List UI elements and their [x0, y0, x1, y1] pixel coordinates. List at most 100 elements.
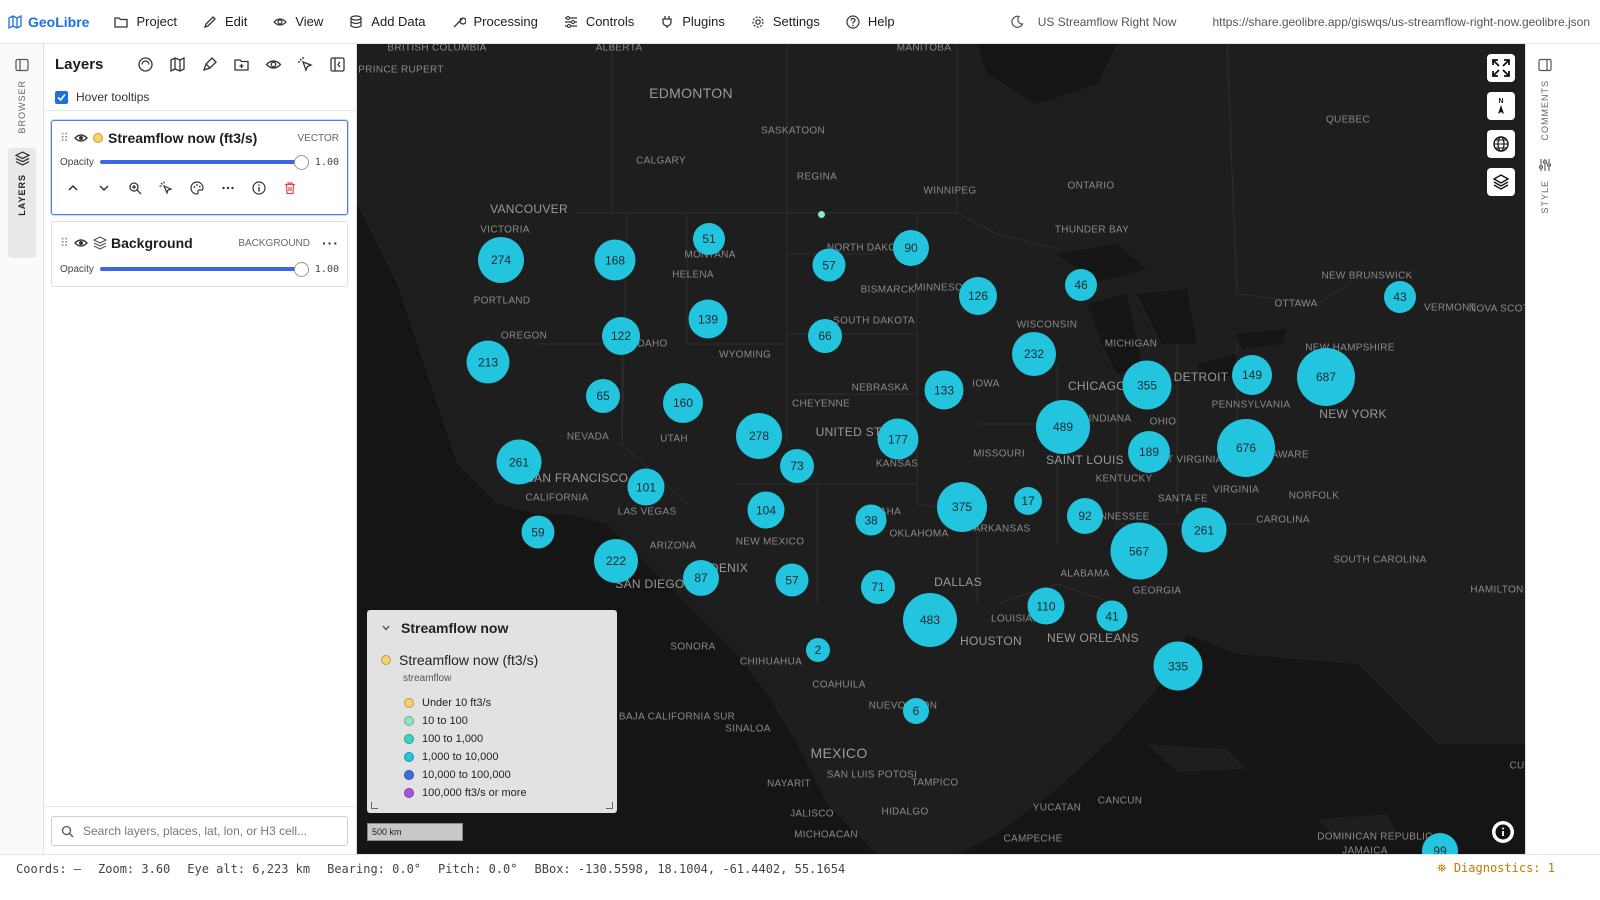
opacity-slider[interactable]	[99, 155, 309, 170]
cluster-marker[interactable]: 38	[855, 504, 887, 536]
drag-handle-icon[interactable]: ⠿	[60, 131, 74, 145]
cluster-marker[interactable]: 126	[959, 277, 997, 315]
chevron-down-icon[interactable]	[97, 181, 111, 195]
menu-controls[interactable]: Controls	[551, 0, 647, 44]
cluster-marker[interactable]: 489	[1036, 400, 1090, 454]
cluster-marker[interactable]: 43	[1384, 281, 1416, 313]
cluster-marker[interactable]: 41	[1096, 600, 1128, 632]
toggle-visibility-button[interactable]	[265, 56, 282, 73]
resize-corner-icon[interactable]	[371, 802, 378, 809]
rail-layers[interactable]: LAYERS	[10, 151, 34, 216]
compass-button[interactable]: N	[1487, 92, 1515, 120]
rail-style[interactable]: STYLE	[1538, 158, 1552, 214]
hover-tooltips-row[interactable]: Hover tooltips	[44, 84, 356, 110]
layer-name[interactable]: Background	[111, 235, 238, 251]
trash-icon[interactable]	[283, 181, 297, 195]
cluster-marker[interactable]: 168	[594, 239, 636, 281]
cluster-marker[interactable]: 73	[780, 449, 814, 483]
rail-comments[interactable]: COMMENTS	[1538, 58, 1552, 141]
cluster-marker[interactable]: 687	[1297, 348, 1355, 406]
cluster-marker[interactable]: 676	[1217, 419, 1275, 477]
menu-plugins[interactable]: Plugins	[647, 0, 738, 44]
palette-icon[interactable]	[190, 181, 204, 195]
layer-name[interactable]: Streamflow now (ft3/s)	[108, 130, 298, 146]
chevron-up-icon[interactable]	[66, 181, 80, 195]
globe-button[interactable]	[1487, 130, 1515, 158]
cluster-marker[interactable]: 189	[1128, 431, 1170, 473]
opacity-slider[interactable]	[99, 262, 309, 277]
cluster-marker[interactable]: 567	[1110, 522, 1168, 580]
draw-button[interactable]	[201, 56, 218, 73]
cluster-marker[interactable]: 133	[924, 370, 964, 410]
single-gauge-marker[interactable]	[818, 211, 825, 218]
eye-icon[interactable]	[74, 131, 88, 145]
menu-processing[interactable]: Processing	[439, 0, 551, 44]
app-brand[interactable]: GeoLibre	[0, 14, 101, 30]
cluster-marker[interactable]: 101	[627, 468, 665, 506]
menu-help[interactable]: Help	[833, 0, 908, 44]
cluster-marker[interactable]: 17	[1014, 487, 1042, 515]
menu-edit[interactable]: Edit	[190, 0, 260, 44]
cluster-marker[interactable]: 213	[466, 340, 510, 384]
cluster-marker[interactable]: 274	[478, 237, 524, 283]
chevron-down-icon[interactable]	[381, 623, 391, 633]
cluster-marker[interactable]: 46	[1065, 269, 1097, 301]
cluster-marker[interactable]: 355	[1122, 360, 1172, 410]
moon-icon[interactable]	[1010, 15, 1024, 29]
basemap-button[interactable]	[169, 56, 186, 73]
cluster-marker[interactable]: 104	[747, 491, 785, 529]
diagnostics-badge[interactable]: ⛯ Diagnostics: 1	[1437, 861, 1572, 876]
layer-card-background[interactable]: ⠿ Background BACKGROUND ··· Opacity 1.00	[51, 221, 348, 287]
identify-button[interactable]	[297, 56, 314, 73]
cluster-marker[interactable]: 335	[1153, 641, 1203, 691]
attribution-button[interactable]	[1492, 821, 1514, 843]
cluster-marker[interactable]: 177	[877, 418, 919, 460]
add-vector-button[interactable]	[137, 56, 154, 73]
cluster-marker[interactable]: 222	[594, 539, 638, 583]
map-canvas[interactable]: BRITISH COLUMBIA ALBERTA MANITOBA PRINCE RU…	[357, 44, 1525, 854]
hover-tooltips-checkbox[interactable]	[55, 90, 68, 104]
cluster-marker[interactable]: 66	[808, 319, 842, 353]
more-icon[interactable]	[221, 181, 235, 195]
resize-corner-icon[interactable]	[606, 802, 613, 809]
fullscreen-button[interactable]	[1487, 54, 1515, 82]
more-icon[interactable]: ···	[322, 235, 339, 251]
cluster-marker[interactable]: 90	[893, 230, 929, 266]
cluster-marker[interactable]: 51	[693, 223, 725, 255]
document-url[interactable]: https://share.geolibre.app/giswqs/us-str…	[1212, 15, 1590, 29]
cluster-marker[interactable]: 110	[1027, 587, 1065, 625]
slider-thumb[interactable]	[294, 155, 309, 170]
collapse-panel-button[interactable]	[329, 56, 346, 73]
identify-icon[interactable]	[159, 181, 173, 195]
cluster-marker[interactable]: 59	[521, 515, 555, 549]
cluster-marker[interactable]: 2	[806, 638, 830, 662]
menu-add-data[interactable]: Add Data	[336, 0, 438, 44]
cluster-marker[interactable]: 6	[903, 698, 929, 724]
cluster-marker[interactable]: 139	[688, 299, 728, 339]
cluster-marker[interactable]: 160	[663, 383, 703, 423]
cluster-marker[interactable]: 261	[1181, 507, 1227, 553]
zoom-to-layer-icon[interactable]	[128, 181, 142, 195]
cluster-marker[interactable]: 65	[586, 379, 620, 413]
menu-view[interactable]: View	[260, 0, 336, 44]
layer-switcher-button[interactable]	[1487, 168, 1515, 196]
eye-icon[interactable]	[74, 236, 88, 250]
cluster-marker[interactable]: 122	[602, 317, 640, 355]
cluster-marker[interactable]: 57	[775, 563, 809, 597]
menu-project[interactable]: Project	[101, 0, 189, 44]
search-input[interactable]: Search layers, places, lat, lon, or H3 c…	[51, 816, 348, 846]
slider-thumb[interactable]	[294, 262, 309, 277]
layer-card-streamflow[interactable]: ⠿ Streamflow now (ft3/s) VECTOR Opacity …	[51, 120, 348, 215]
menu-settings[interactable]: Settings	[738, 0, 833, 44]
info-icon[interactable]	[252, 181, 266, 195]
cluster-marker[interactable]: 87	[683, 560, 719, 596]
rail-browser[interactable]: BROWSER	[10, 58, 34, 134]
cluster-marker[interactable]: 232	[1012, 332, 1056, 376]
legend-header[interactable]: Streamflow now	[381, 620, 603, 636]
add-folder-button[interactable]	[233, 56, 250, 73]
cluster-marker[interactable]: 57	[812, 248, 846, 282]
cluster-marker[interactable]: 92	[1067, 498, 1103, 534]
drag-handle-icon[interactable]: ⠿	[60, 236, 74, 250]
cluster-marker[interactable]: 261	[496, 439, 542, 485]
cluster-marker[interactable]: 375	[937, 482, 987, 532]
